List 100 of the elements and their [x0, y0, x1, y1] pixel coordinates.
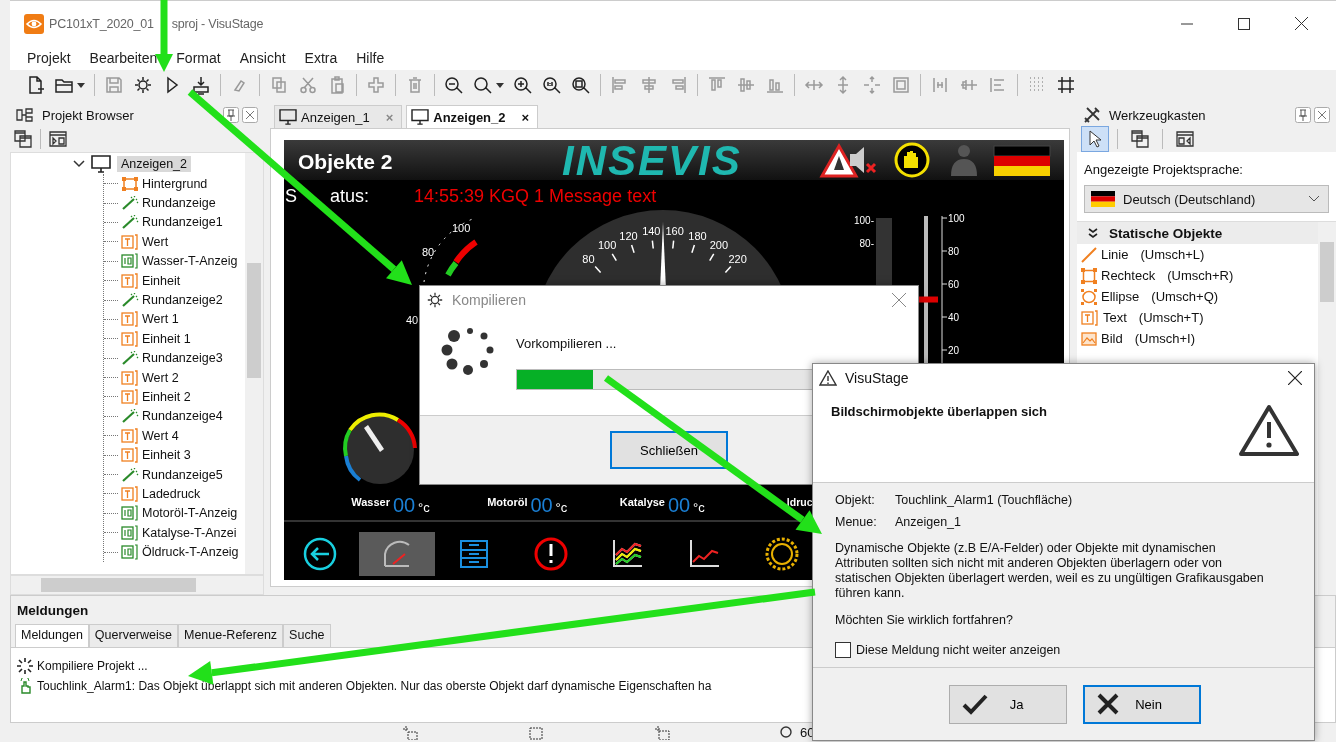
list-nav-button[interactable]	[460, 540, 488, 568]
tree-item[interactable]: Ladedruck	[142, 486, 201, 501]
tool-item[interactable]: Rechteck	[1101, 268, 1156, 283]
gauge-needle-icon	[121, 351, 139, 366]
alarm-nav-button[interactable]	[534, 537, 568, 571]
germany-flag-icon[interactable]	[993, 145, 1051, 176]
pointer-tool[interactable]	[1081, 126, 1109, 152]
scrollbar[interactable]	[10, 575, 264, 595]
dropdown-caret-icon[interactable]	[77, 82, 85, 88]
window-title: PC101xT_2020_01	[49, 16, 154, 31]
close-button[interactable]: Schließen	[610, 431, 728, 469]
tree-item[interactable]: Katalyse-T-Anzei	[142, 525, 237, 540]
close-icon[interactable]	[1288, 371, 1302, 385]
tree-item[interactable]: Wert 2	[142, 370, 179, 385]
messages-tab[interactable]: Suche	[283, 624, 331, 647]
document-tab[interactable]: Anzeigen_1 ×	[274, 105, 403, 128]
tree-item[interactable]: Einheit 2	[142, 390, 191, 404]
tree-item[interactable]: Rundanzeige2	[142, 293, 223, 308]
tree-item[interactable]: Wert	[142, 234, 169, 249]
tree-item[interactable]: Einheit 1	[142, 331, 191, 346]
tree-item[interactable]: Wert 4	[142, 428, 179, 443]
numeric-field-icon	[121, 524, 139, 541]
tree-item[interactable]: Einheit	[142, 273, 181, 288]
warning-icon	[819, 370, 837, 386]
hand-icon[interactable]	[894, 142, 930, 178]
zoom-icon[interactable]	[473, 75, 493, 95]
ellipse-icon	[1081, 288, 1097, 305]
menu-item[interactable]: Ansicht	[239, 50, 286, 66]
gauge-needle-icon	[121, 196, 139, 211]
tree-item[interactable]: Motoröl-T-Anzeig	[142, 506, 238, 521]
multi-chart-nav-button[interactable]	[613, 539, 643, 567]
messages-tab[interactable]: Menue-Referenz	[178, 624, 284, 647]
section-header[interactable]: Statische Objekte	[1077, 222, 1318, 244]
readout-label: Motoröl	[487, 496, 528, 508]
shortcut-label: (Umsch+L)	[1140, 247, 1205, 262]
tool-item[interactable]: Text	[1103, 310, 1127, 325]
maximize-icon[interactable]	[1238, 17, 1250, 30]
menu-item[interactable]: Bearbeiten	[89, 50, 158, 66]
messages-tab[interactable]: Meldungen	[15, 624, 89, 647]
panel-title: Meldungen	[17, 603, 89, 618]
pin-icon[interactable]	[1295, 107, 1311, 123]
field-label: Menue:	[835, 515, 878, 529]
tree-item[interactable]: Einheit 3	[142, 448, 191, 463]
gauge-nav-button[interactable]	[359, 532, 435, 576]
tree-item[interactable]: Hintergrund	[142, 176, 208, 191]
zoom-actual-size-icon[interactable]	[542, 75, 562, 95]
windows-icon[interactable]	[14, 130, 32, 148]
download-icon[interactable]	[191, 75, 211, 95]
tree-item[interactable]: Rundanzeige4	[142, 409, 223, 424]
tool-item[interactable]: Bild	[1101, 331, 1123, 346]
compile-gear-icon[interactable]	[133, 75, 153, 95]
screen-title: Objekte 2	[298, 150, 393, 173]
expand-chevron-icon[interactable]	[73, 160, 85, 168]
menu-item[interactable]: Projekt	[27, 50, 71, 66]
no-button[interactable]: Nein	[1082, 684, 1201, 724]
tree-item[interactable]: Rundanzeige	[142, 196, 216, 211]
compile-status: Vorkompilieren ...	[516, 336, 618, 351]
tool-item[interactable]: Ellipse	[1101, 289, 1140, 304]
monitor-icon	[91, 155, 111, 173]
text-field-icon	[121, 233, 139, 250]
checkbox-label[interactable]: Diese Meldung nicht weiter anzeigen	[856, 643, 1061, 657]
rectangle-icon	[121, 176, 139, 191]
scrollbar[interactable]	[1318, 222, 1336, 595]
readout-value: 00	[668, 494, 691, 516]
tree-item[interactable]: Rundanzeige1	[142, 215, 223, 230]
speedometer-label: 200	[709, 239, 728, 252]
tree-item[interactable]: Öldruck-T-Anzeig	[142, 545, 239, 560]
checkbox[interactable]	[835, 642, 851, 658]
tree-item[interactable]: Wasser-T-Anzeig	[142, 254, 238, 269]
warning-sign-icon[interactable]	[819, 142, 859, 178]
settings-nav-button[interactable]	[765, 537, 799, 571]
image-icon	[1081, 330, 1097, 347]
tree-item[interactable]: Rundanzeige5	[142, 467, 223, 482]
monitor-icon	[411, 109, 430, 125]
dropdown-caret-icon[interactable]	[496, 82, 504, 88]
chevron-down-icon	[1308, 195, 1320, 203]
yes-button[interactable]: Ja	[948, 684, 1067, 724]
zoom-out-icon[interactable]	[444, 75, 464, 95]
zoom-in-icon[interactable]	[513, 75, 533, 95]
document-tab[interactable]: Anzeigen_2 ×	[406, 105, 539, 128]
panel-icon[interactable]	[49, 130, 67, 148]
close-icon[interactable]	[1295, 17, 1308, 30]
zoom-fit-icon[interactable]	[571, 75, 591, 95]
tree-item[interactable]: Anzeigen_2	[117, 156, 192, 172]
menu-item[interactable]: Extra	[304, 50, 338, 66]
language-dropdown[interactable]: Deutsch (Deutschland)	[1084, 185, 1329, 213]
menu-item[interactable]: Format	[176, 50, 221, 66]
crop-icon[interactable]	[1056, 75, 1076, 95]
menu-item[interactable]: Hilfe	[356, 50, 385, 66]
tree-item[interactable]: Rundanzeige3	[142, 351, 223, 366]
messages-tab[interactable]: Querverweise	[88, 624, 178, 647]
pin-icon[interactable]	[223, 107, 239, 123]
tool-item[interactable]: Linie	[1101, 247, 1129, 262]
back-nav-button[interactable]	[303, 537, 337, 571]
scrollbar[interactable]	[245, 153, 263, 574]
tree-item[interactable]: Wert 1	[142, 312, 179, 327]
chart-nav-button[interactable]	[690, 539, 720, 567]
text-field-icon	[1081, 309, 1099, 326]
readout-label: Wasser	[351, 496, 390, 508]
speaker-muted-icon[interactable]	[850, 147, 877, 174]
